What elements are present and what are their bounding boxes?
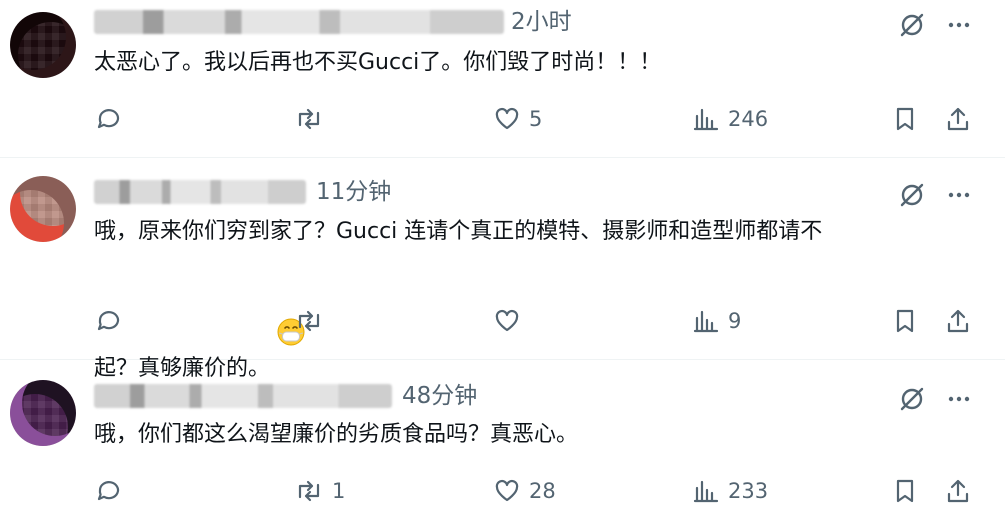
repost-icon	[298, 480, 320, 502]
reply-button[interactable]	[95, 104, 131, 134]
reply-post[interactable]: 48分钟 哦，你们都这么渴望廉价的劣质食品吗？真恶心。 1 28 233	[0, 360, 1005, 525]
view-count: 9	[728, 309, 742, 333]
post-text-content: 哦，原来你们穷到家了？Gucci 连请个真正的模特、摄影师和造型师都请不 起？真…	[94, 219, 823, 381]
repost-icon	[298, 310, 320, 332]
avatar[interactable]	[10, 380, 76, 446]
bookmark-icon	[896, 479, 914, 503]
reply-button[interactable]	[95, 476, 131, 506]
bookmark-button[interactable]	[891, 104, 919, 134]
author-name-blurred[interactable]	[94, 180, 306, 204]
post-text: 太恶心了。我以后再也不买Gucci了。你们毁了时尚！！！	[94, 50, 662, 75]
replies-feed: 2小时 太恶心了。我以后再也不买Gucci了。你们毁了时尚！！！ 5 246 1…	[0, 0, 1005, 525]
repost-icon	[298, 108, 320, 130]
more-options-icon[interactable]	[944, 384, 974, 414]
heart-icon	[495, 107, 519, 130]
grok-icon[interactable]	[897, 384, 927, 414]
views-button[interactable]: 233	[692, 476, 768, 506]
reply-post[interactable]: 2小时 太恶心了。我以后再也不买Gucci了。你们毁了时尚！！！ 5 246	[0, 0, 1005, 158]
reply-button[interactable]	[95, 306, 131, 336]
repost-button[interactable]: 1	[294, 476, 345, 506]
views-button[interactable]: 246	[692, 104, 768, 134]
share-button[interactable]	[944, 306, 972, 336]
like-button[interactable]: 28	[493, 476, 556, 506]
like-count: 28	[529, 479, 556, 503]
heart-icon	[495, 479, 519, 502]
view-count: 246	[728, 107, 769, 131]
bookmark-button[interactable]	[891, 476, 919, 506]
share-button[interactable]	[944, 104, 972, 134]
reply-post[interactable]: 11分钟 哦，原来你们穷到家了？Gucci 连请个真正的模特、摄影师和造型师都请…	[0, 158, 1005, 381]
share-icon	[947, 479, 969, 503]
share-icon	[947, 309, 969, 333]
views-chart-icon	[693, 108, 719, 131]
post-time[interactable]: 48分钟	[402, 381, 477, 411]
avatar[interactable]	[10, 176, 76, 242]
post-time[interactable]: 2小时	[511, 7, 572, 37]
grok-icon[interactable]	[897, 10, 927, 40]
like-button[interactable]	[493, 306, 529, 336]
reply-icon	[97, 311, 120, 331]
repost-count: 1	[332, 479, 346, 503]
post-time[interactable]: 11分钟	[316, 177, 391, 207]
bookmark-icon	[896, 309, 914, 333]
reply-icon	[97, 481, 120, 501]
more-options-icon[interactable]	[944, 10, 974, 40]
share-button[interactable]	[944, 476, 972, 506]
views-chart-icon	[693, 310, 719, 333]
views-button[interactable]: 9	[692, 306, 741, 336]
repost-button[interactable]	[294, 104, 332, 134]
avatar[interactable]	[10, 12, 76, 78]
bookmark-icon	[896, 107, 914, 131]
more-options-icon[interactable]	[944, 180, 974, 210]
author-name-blurred[interactable]	[94, 10, 504, 34]
view-count: 233	[728, 479, 769, 503]
post-text: 哦，你们都这么渴望廉价的劣质食品吗？真恶心。	[94, 422, 579, 447]
repost-button[interactable]	[294, 306, 332, 336]
views-chart-icon	[693, 480, 719, 503]
heart-icon	[495, 309, 519, 332]
grok-icon[interactable]	[897, 180, 927, 210]
bookmark-button[interactable]	[891, 306, 919, 336]
like-count: 5	[529, 107, 543, 131]
like-button[interactable]: 5	[493, 104, 542, 134]
mask-face-emoji	[276, 249, 306, 346]
share-icon	[947, 107, 969, 131]
reply-icon	[97, 109, 120, 129]
author-name-blurred[interactable]	[94, 384, 392, 408]
